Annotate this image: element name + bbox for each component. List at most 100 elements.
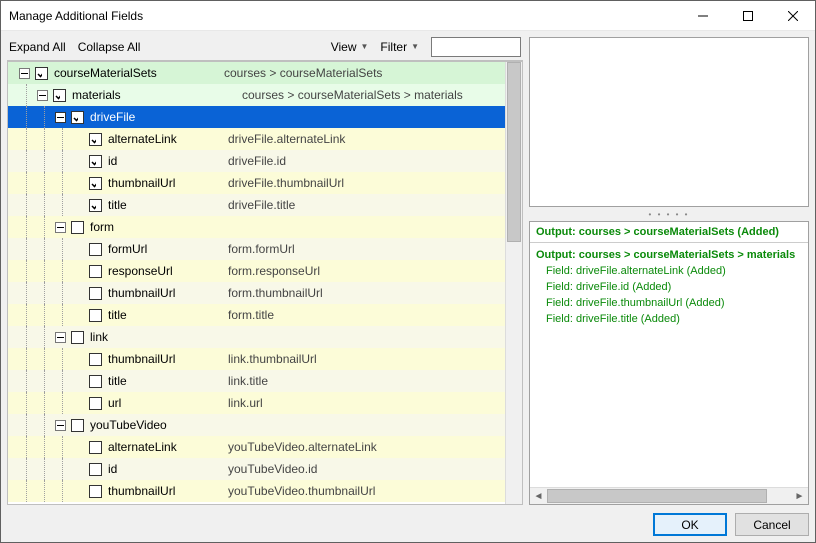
tree-row[interactable]: youTubeVideo (8, 414, 505, 436)
field-path: link.url (228, 396, 263, 410)
tree-row[interactable]: form (8, 216, 505, 238)
filter-label: Filter (380, 40, 407, 54)
checkbox[interactable] (71, 111, 84, 124)
tree-row[interactable]: thumbnailUrldriveFile.thumbnailUrl (8, 172, 505, 194)
checkbox[interactable] (89, 375, 102, 388)
field-path: form.title (228, 308, 274, 322)
field-path: driveFile.title (228, 198, 295, 212)
scroll-left-icon[interactable]: ◄ (530, 491, 547, 502)
field-name: responseUrl (108, 264, 228, 278)
checkbox[interactable] (89, 265, 102, 278)
cancel-button[interactable]: Cancel (735, 513, 809, 536)
tree-row[interactable]: courseMaterialSetscourses > courseMateri… (8, 62, 505, 84)
toolbar: Expand All Collapse All View ▼ Filter ▼ (7, 37, 523, 61)
field-path: driveFile.alternateLink (228, 132, 345, 146)
tree-row[interactable]: alternateLinkdriveFile.alternateLink (8, 128, 505, 150)
checkbox[interactable] (89, 243, 102, 256)
window: Manage Additional Fields Expand All Coll… (0, 0, 816, 543)
checkbox[interactable] (71, 221, 84, 234)
tree-row[interactable]: alternateLinkyouTubeVideo.alternateLink (8, 436, 505, 458)
output-group-header: Output: courses > courseMaterialSets (Ad… (530, 222, 808, 243)
ok-button[interactable]: OK (653, 513, 727, 536)
field-path: courses > courseMaterialSets (224, 66, 382, 80)
tree-row[interactable]: formUrlform.formUrl (8, 238, 505, 260)
dialog-buttons: OK Cancel (7, 511, 809, 536)
field-name: title (108, 374, 228, 388)
output-group-header: Output: courses > courseMaterialSets > m… (536, 247, 802, 263)
checkbox[interactable] (89, 309, 102, 322)
checkbox[interactable] (53, 89, 66, 102)
checkbox[interactable] (35, 67, 48, 80)
expander-icon[interactable] (36, 89, 49, 102)
right-column: • • • • • Output: courses > courseMateri… (529, 37, 809, 505)
field-path: youTubeVideo.alternateLink (228, 440, 377, 454)
field-name: form (90, 220, 210, 234)
window-controls (680, 1, 815, 30)
expander-icon[interactable] (54, 419, 67, 432)
scroll-right-icon[interactable]: ► (791, 491, 808, 502)
checkbox[interactable] (89, 353, 102, 366)
field-path: youTubeVideo.id (228, 462, 317, 476)
tree-row[interactable]: titleform.title (8, 304, 505, 326)
field-path: link.title (228, 374, 268, 388)
chevron-down-icon: ▼ (411, 42, 419, 51)
expander-icon[interactable] (54, 221, 67, 234)
tree-row[interactable]: urllink.url (8, 392, 505, 414)
scrollbar-thumb[interactable] (547, 489, 767, 503)
tree-row[interactable]: driveFile (8, 106, 505, 128)
expander-icon[interactable] (54, 331, 67, 344)
checkbox[interactable] (89, 177, 102, 190)
tree-row[interactable]: materialscourses > courseMaterialSets > … (8, 84, 505, 106)
field-name: thumbnailUrl (108, 352, 228, 366)
minimize-button[interactable] (680, 1, 725, 30)
tree-row[interactable]: link (8, 326, 505, 348)
close-button[interactable] (770, 1, 815, 30)
checkbox[interactable] (89, 287, 102, 300)
checkbox[interactable] (89, 199, 102, 212)
view-label: View (331, 40, 357, 54)
checkbox[interactable] (71, 331, 84, 344)
field-name: thumbnailUrl (108, 484, 228, 498)
tree-container: courseMaterialSetscourses > courseMateri… (7, 61, 523, 505)
scrollbar-thumb[interactable] (507, 62, 521, 242)
tree-row[interactable]: titlelink.title (8, 370, 505, 392)
tree-row[interactable]: thumbnailUrlyouTubeVideo.thumbnailUrl (8, 480, 505, 502)
checkbox[interactable] (89, 155, 102, 168)
maximize-button[interactable] (725, 1, 770, 30)
checkbox[interactable] (89, 463, 102, 476)
tree-row[interactable]: thumbnailUrllink.thumbnailUrl (8, 348, 505, 370)
filter-dropdown[interactable]: Filter ▼ (380, 40, 419, 54)
maximize-icon (743, 11, 753, 21)
filter-input[interactable] (431, 37, 521, 57)
field-name: title (108, 308, 228, 322)
output-field: Field: driveFile.thumbnailUrl (Added) (536, 295, 802, 311)
tree-row[interactable]: thumbnailUrlform.thumbnailUrl (8, 282, 505, 304)
collapse-all-button[interactable]: Collapse All (78, 40, 141, 54)
tree-row[interactable]: iddriveFile.id (8, 150, 505, 172)
checkbox[interactable] (89, 441, 102, 454)
checkbox[interactable] (89, 485, 102, 498)
field-name: id (108, 154, 228, 168)
field-name: link (90, 330, 210, 344)
checkbox[interactable] (89, 397, 102, 410)
tree-row[interactable]: responseUrlform.responseUrl (8, 260, 505, 282)
splitter-grip[interactable]: • • • • • (529, 211, 809, 217)
field-path: youTubeVideo.thumbnailUrl (228, 484, 375, 498)
tree-row[interactable]: titledriveFile.title (8, 194, 505, 216)
field-name: id (108, 462, 228, 476)
field-tree: courseMaterialSetscourses > courseMateri… (8, 62, 505, 504)
output-panel: Output: courses > courseMaterialSets (Ad… (529, 221, 809, 505)
checkbox[interactable] (89, 133, 102, 146)
expander-icon[interactable] (18, 67, 31, 80)
checkbox[interactable] (71, 419, 84, 432)
expander-icon[interactable] (54, 111, 67, 124)
output-field: Field: driveFile.alternateLink (Added) (536, 263, 802, 279)
vertical-scrollbar[interactable] (505, 62, 522, 504)
field-name: formUrl (108, 242, 228, 256)
expand-all-button[interactable]: Expand All (9, 40, 66, 54)
horizontal-scrollbar[interactable]: ◄ ► (530, 487, 808, 504)
tree-row[interactable]: idyouTubeVideo.id (8, 458, 505, 480)
field-path: courses > courseMaterialSets > materials (242, 88, 463, 102)
view-dropdown[interactable]: View ▼ (331, 40, 369, 54)
field-name: alternateLink (108, 132, 228, 146)
